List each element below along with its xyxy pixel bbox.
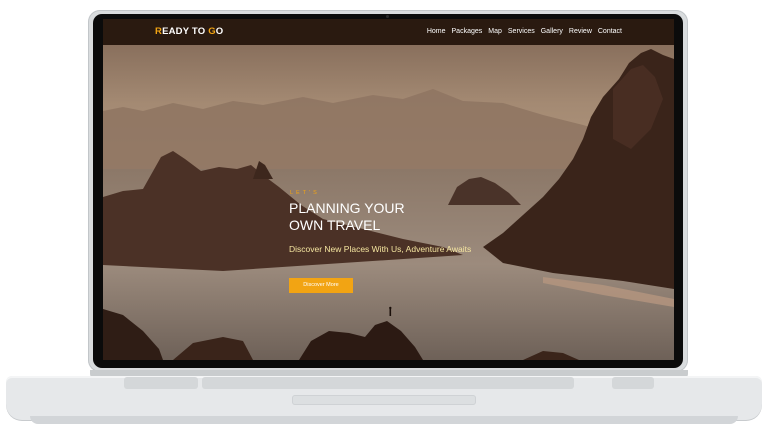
nav-link-services[interactable]: Services — [508, 28, 535, 35]
laptop-mockup: READY TO GO Home Packages Map Services G… — [0, 0, 768, 437]
logo-text-rest: O — [215, 26, 224, 37]
nav-link-home[interactable]: Home — [427, 28, 446, 35]
hero-tagline: Discover New Places With Us, Adventure A… — [289, 244, 472, 254]
hero-eyebrow: LET'S — [290, 190, 320, 196]
hinge-cover-left — [124, 377, 198, 389]
laptop-base-front-edge — [30, 416, 738, 424]
discover-more-button[interactable]: Discover More — [289, 278, 353, 293]
webcam — [386, 15, 389, 18]
touchpad — [292, 395, 476, 405]
nav-link-gallery[interactable]: Gallery — [541, 28, 563, 35]
site-logo[interactable]: READY TO GO — [155, 26, 223, 37]
nav-link-map[interactable]: Map — [488, 28, 502, 35]
hero-headline-line-1: PLANNING YOUR — [289, 200, 405, 216]
hinge-cover-center — [202, 377, 574, 389]
logo-accent-letter-2: G — [208, 26, 216, 37]
hero-headline-line-2: OWN TRAVEL — [289, 217, 381, 233]
nav-menu: Home Packages Map Services Gallery Revie… — [427, 28, 622, 35]
nav-link-review[interactable]: Review — [569, 28, 592, 35]
hinge-cover-right — [612, 377, 654, 389]
hero-content: LET'S PLANNING YOUR OWN TRAVEL Discover … — [289, 190, 589, 293]
nav-link-packages[interactable]: Packages — [452, 28, 483, 35]
logo-text-mid: EADY TO — [162, 26, 209, 37]
site-navbar: READY TO GO Home Packages Map Services G… — [103, 19, 674, 45]
logo-accent-letter: R — [155, 26, 163, 37]
website-screen: READY TO GO Home Packages Map Services G… — [103, 19, 674, 360]
nav-link-contact[interactable]: Contact — [598, 28, 622, 35]
hero-headline: PLANNING YOUR OWN TRAVEL — [289, 200, 589, 234]
